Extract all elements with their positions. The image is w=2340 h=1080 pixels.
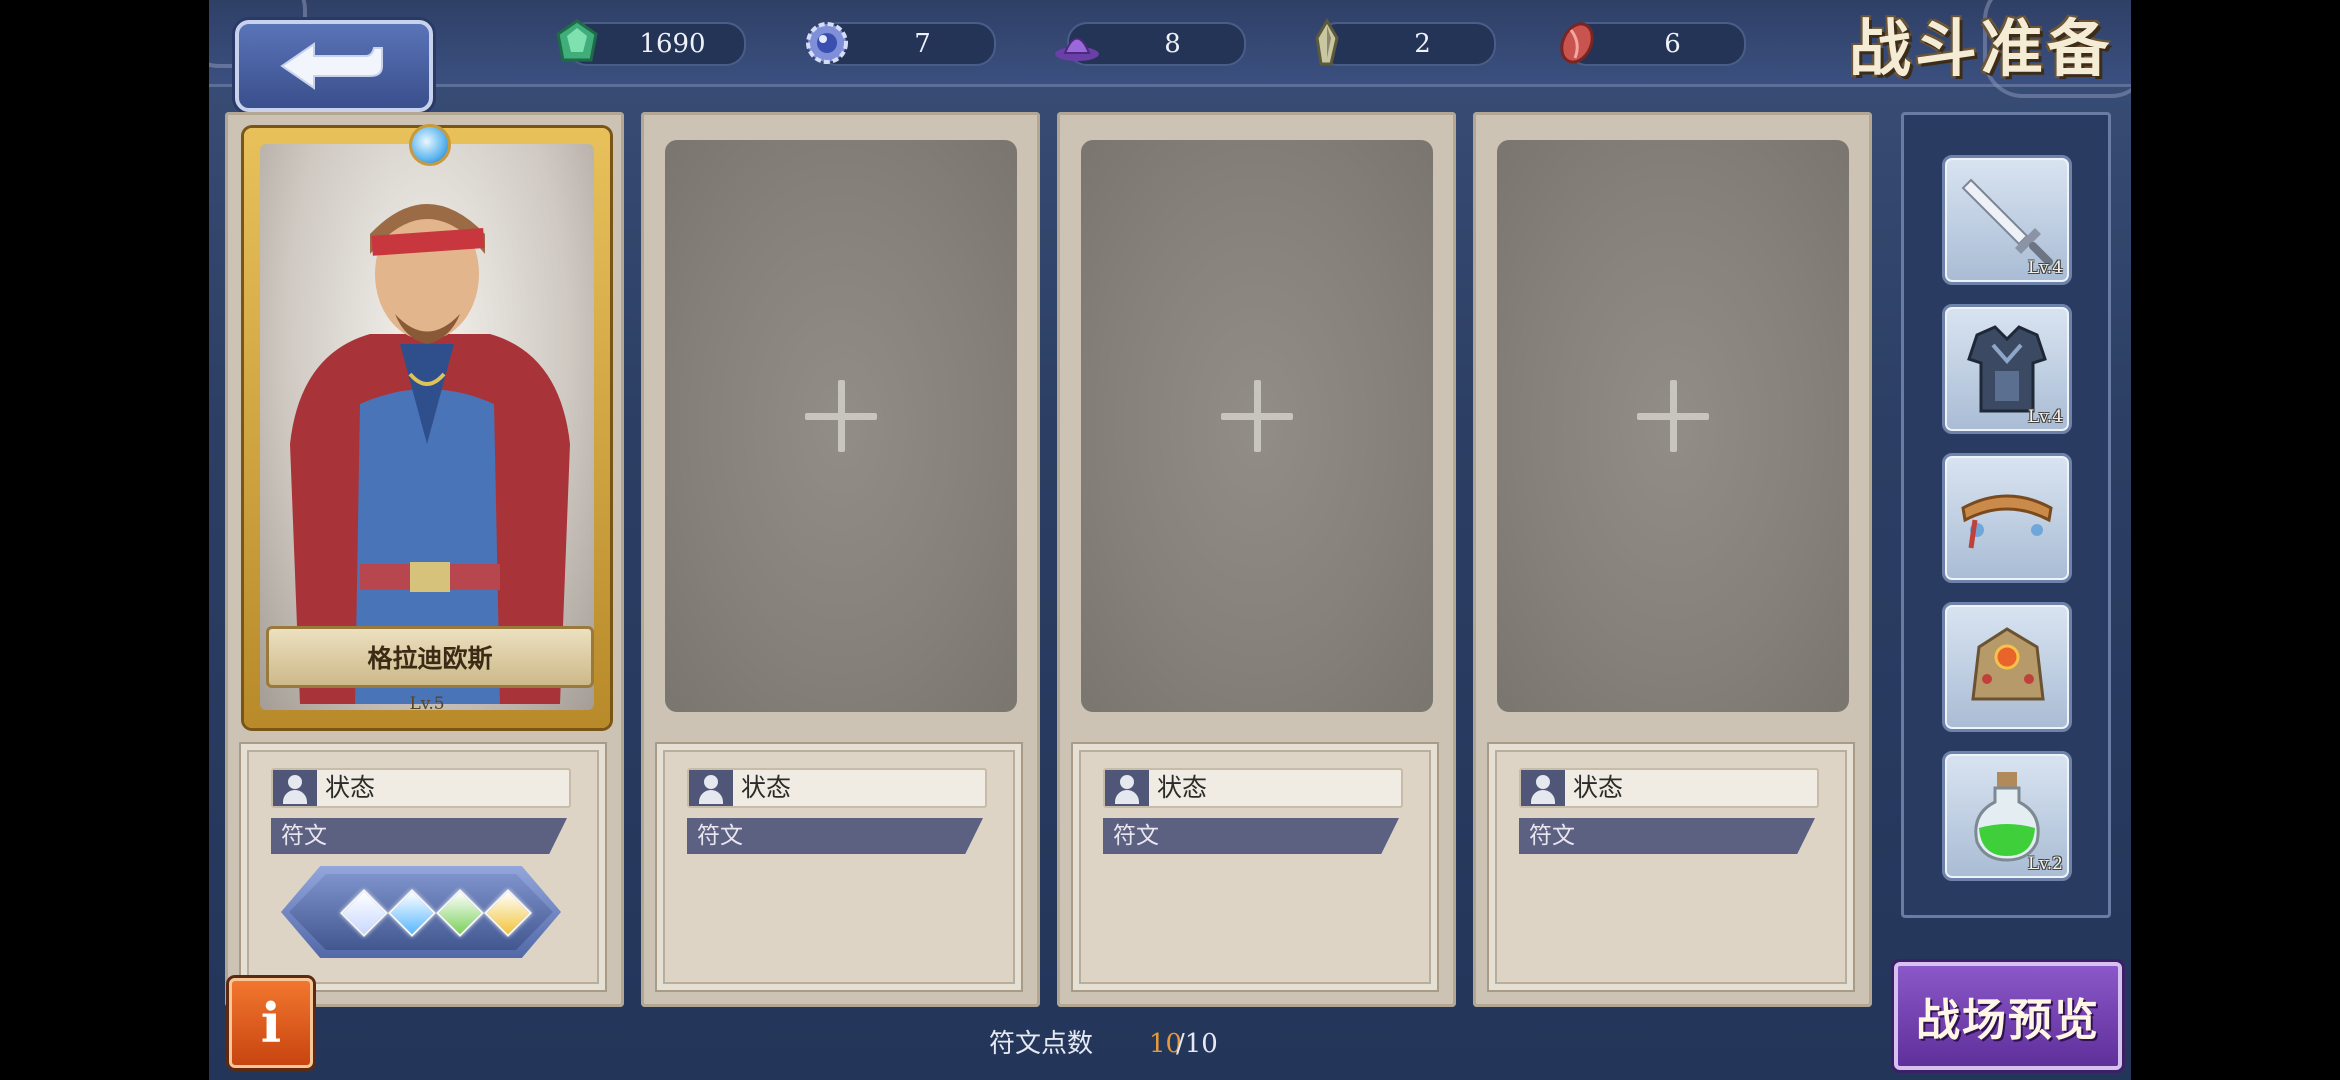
status-row[interactable]: 状态	[1103, 768, 1403, 808]
page-title: 战斗准备	[1848, 12, 2113, 85]
rune-points-label: 符文点数	[989, 1029, 1094, 1059]
status-row[interactable]: 状态	[687, 768, 987, 808]
hero-name-banner: 格拉迪欧斯	[266, 626, 594, 688]
rune-label: 符文	[697, 823, 743, 849]
top-bar: 1690 7 8 2 6 战斗准备	[209, 0, 2131, 98]
equip-slot-gauntlet[interactable]	[1942, 602, 2072, 732]
resource-crystal: 1690	[556, 19, 746, 66]
party-slot-2[interactable]: 状态 符文	[641, 112, 1040, 1007]
back-arrow-icon	[280, 42, 383, 90]
info-icon: i	[260, 991, 282, 1055]
resource-shard: 2	[1315, 18, 1496, 66]
blue-gear-orb-icon	[806, 22, 848, 64]
empty-hero-slot[interactable]	[1497, 140, 1849, 712]
rune-points-max: /10	[1176, 1029, 1218, 1059]
empty-hero-slot[interactable]	[1081, 140, 1433, 712]
status-label: 状态	[741, 773, 792, 802]
slot-info-panel: 状态 符文	[1487, 742, 1855, 992]
add-hero-plus-icon	[1637, 380, 1709, 452]
red-bean-icon	[1560, 22, 1594, 64]
battlefield-preview-label: 战场预览	[1916, 995, 2100, 1046]
resource-value: 1690	[639, 29, 706, 59]
equip-level: Lv.2	[2027, 854, 2063, 874]
resource-value: 2	[1414, 29, 1431, 59]
status-row[interactable]: 状态	[271, 768, 571, 808]
status-label: 状态	[325, 773, 376, 802]
rune-row: 符文	[1519, 818, 1815, 854]
emerald-crystal-icon	[556, 19, 598, 62]
purple-hat-icon	[1055, 37, 1099, 61]
hero-level: Lv.5	[409, 694, 445, 714]
rune-row: 符文	[1103, 818, 1399, 854]
person-icon	[273, 770, 317, 806]
resource-value: 7	[914, 29, 931, 59]
rune-gem-slots[interactable]	[281, 866, 561, 958]
status-label: 状态	[1573, 773, 1624, 802]
slot-info-panel: 状态 符文	[655, 742, 1023, 992]
party-slot-4[interactable]: 状态 符文	[1473, 112, 1872, 1007]
rune-row: 符文	[687, 818, 983, 854]
empty-hero-slot[interactable]	[665, 140, 1017, 712]
equip-level: Lv.4	[2027, 407, 2063, 427]
rune-row: 符文	[271, 818, 567, 854]
hero-rank-gem-icon	[409, 124, 451, 166]
info-button[interactable]: i	[229, 978, 313, 1068]
rune-points-counter: 符文点数 10 /10	[989, 1024, 1349, 1064]
equip-level: Lv.4	[2027, 258, 2063, 278]
resource-hat: 8	[1055, 22, 1246, 66]
hero-card[interactable]: 格拉迪欧斯 Lv.5	[244, 124, 610, 728]
person-icon	[1521, 770, 1565, 806]
person-icon	[1105, 770, 1149, 806]
equip-slot-sword[interactable]: Lv.4	[1942, 155, 2072, 285]
rune-label: 符文	[1113, 823, 1159, 849]
add-hero-plus-icon	[1221, 380, 1293, 452]
resource-bean: 6	[1560, 22, 1746, 66]
back-button[interactable]	[235, 20, 433, 112]
resource-orb: 7	[806, 22, 996, 66]
resource-value: 8	[1164, 29, 1181, 59]
hero-name: 格拉迪欧斯	[367, 644, 493, 673]
person-icon	[689, 770, 733, 806]
equip-slot-armor[interactable]: Lv.4	[1942, 304, 2072, 434]
status-row[interactable]: 状态	[1519, 768, 1819, 808]
equip-slot-headband[interactable]	[1942, 453, 2072, 583]
gauntlet-icon	[1971, 627, 2045, 701]
headband-icon	[1961, 494, 2053, 549]
battlefield-preview-button[interactable]: 战场预览	[1894, 962, 2122, 1070]
stone-shard-icon	[1315, 18, 1339, 66]
equipment-panel: Lv.4 Lv.4 Lv.2	[1901, 112, 2111, 918]
status-label: 状态	[1157, 773, 1208, 802]
game-screen: 1690 7 8 2 6 战斗准备 状态 符文 格拉迪欧斯 Lv.5 状态 符文…	[209, 0, 2131, 1080]
resource-value: 6	[1664, 29, 1681, 59]
slot-info-panel: 状态 符文	[1071, 742, 1439, 992]
party-slot-3[interactable]: 状态 符文	[1057, 112, 1456, 1007]
rune-label: 符文	[1529, 823, 1575, 849]
slot-info-panel: 状态 符文	[239, 742, 607, 992]
equip-slot-potion[interactable]: Lv.2	[1942, 751, 2072, 881]
add-hero-plus-icon	[805, 380, 877, 452]
rune-label: 符文	[281, 823, 327, 849]
